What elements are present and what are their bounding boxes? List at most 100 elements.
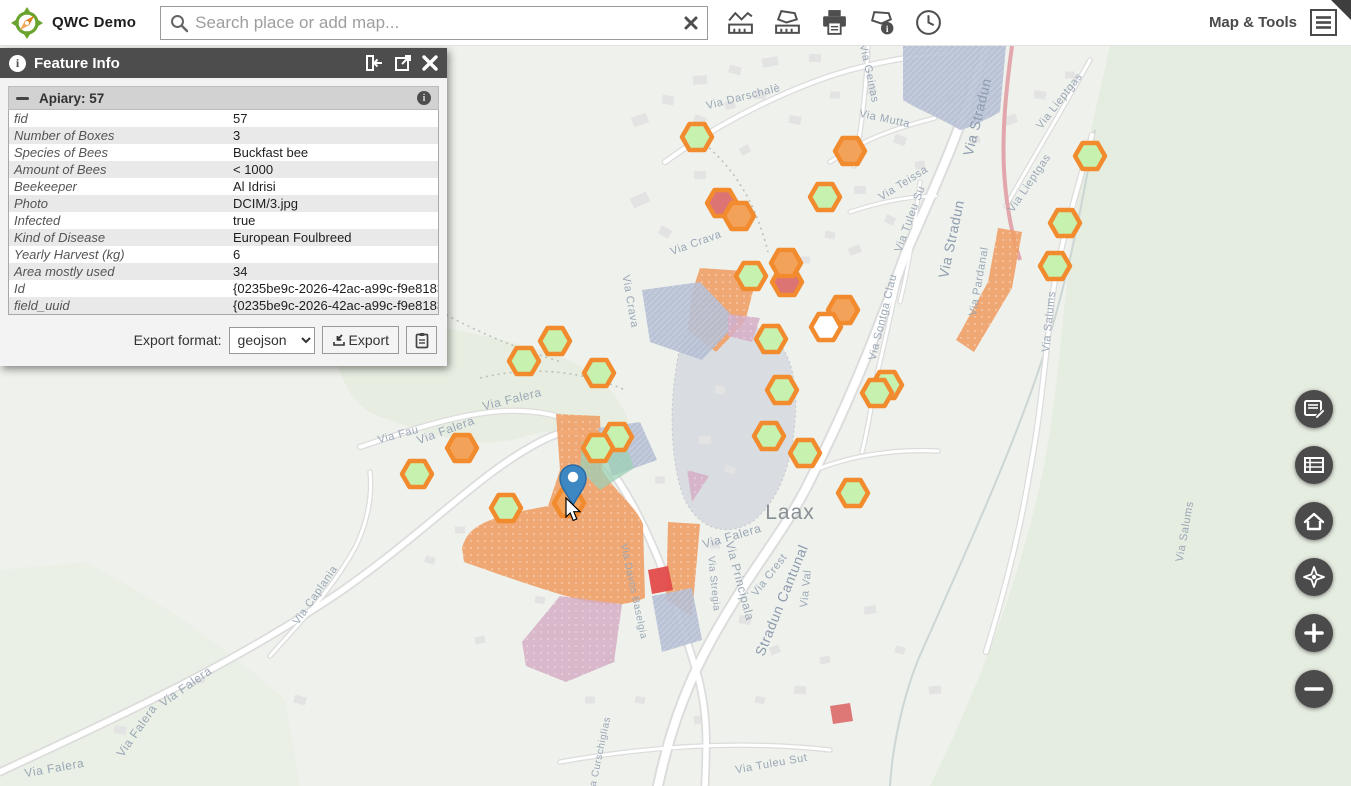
export-format-select[interactable]: geojson xyxy=(229,327,315,354)
attribute-value: DCIM/3.jpg xyxy=(233,196,438,211)
attribute-row: PhotoDCIM/3.jpg xyxy=(9,195,438,212)
attribute-row: Kind of DiseaseEuropean Foulbreed xyxy=(9,229,438,246)
attribute-value: true xyxy=(233,213,438,228)
attribute-row: Infectedtrue xyxy=(9,212,438,229)
qwc-compass-icon xyxy=(10,6,44,40)
detach-panel-icon[interactable] xyxy=(394,54,412,72)
info-circle-icon: i xyxy=(9,55,26,72)
attribute-value: 3 xyxy=(233,128,438,143)
time-icon[interactable] xyxy=(912,7,944,39)
apiary-marker-white[interactable] xyxy=(811,314,841,340)
apiary-marker-green[interactable] xyxy=(583,435,613,461)
redlining-button[interactable] xyxy=(1295,390,1333,428)
zoom-in-button[interactable] xyxy=(1295,614,1333,652)
svg-text:i: i xyxy=(886,25,889,35)
attribute-value: < 1000 xyxy=(233,162,438,177)
export-icon xyxy=(332,333,346,347)
apiary-marker-orange[interactable] xyxy=(724,203,754,229)
zoom-out-icon xyxy=(1295,670,1333,708)
panel-title: Feature Info xyxy=(34,55,120,72)
hamburger-icon xyxy=(1315,15,1332,30)
attribute-label: fid xyxy=(9,111,233,126)
attribute-label: Id xyxy=(9,281,233,296)
zoom-out-button[interactable] xyxy=(1295,670,1333,708)
attribute-label: Amount of Bees xyxy=(9,162,233,177)
attribute-label: field_uuid xyxy=(9,298,233,313)
apiary-marker-green[interactable] xyxy=(1050,210,1080,236)
attribute-label: Beekeeper xyxy=(9,179,233,194)
attribute-value: Al Idrisi xyxy=(233,179,438,194)
export-format-label: Export format: xyxy=(134,332,222,348)
collapse-icon[interactable] xyxy=(16,97,29,100)
corner-fold xyxy=(1331,0,1351,20)
attribute-label: Species of Bees xyxy=(9,145,233,160)
attribute-value: {0235be9c-2026-42ac-a99c-f9e8183fc602} xyxy=(233,298,438,313)
search-input[interactable] xyxy=(195,13,675,33)
attribute-row: Area mostly used34 xyxy=(9,263,438,280)
attribute-row: Number of Boxes3 xyxy=(9,127,438,144)
attribute-row: BeekeeperAl Idrisi xyxy=(9,178,438,195)
home-button[interactable] xyxy=(1295,502,1333,540)
attribute-row: Amount of Bees< 1000 xyxy=(9,161,438,178)
measure-area-icon[interactable] xyxy=(771,7,803,39)
app-title: QWC Demo xyxy=(52,14,136,31)
apiary-marker-orange[interactable] xyxy=(835,138,865,164)
attribute-value: 57 xyxy=(233,111,438,126)
search-clear-icon[interactable] xyxy=(675,7,707,39)
town-label-laax: Laax xyxy=(765,501,815,524)
layer-title: Apiary: 57 xyxy=(39,91,104,106)
attribute-label: Area mostly used xyxy=(9,264,233,279)
app-logo: QWC Demo xyxy=(10,6,136,40)
search-icon xyxy=(169,13,189,33)
apiary-marker-green[interactable] xyxy=(790,440,820,466)
attribute-label: Kind of Disease xyxy=(9,230,233,245)
close-panel-icon[interactable] xyxy=(422,55,438,71)
app-header: QWC Demo xyxy=(0,0,1351,46)
attribute-label: Yearly Harvest (kg) xyxy=(9,247,233,262)
layer-section-header[interactable]: Apiary: 57 i xyxy=(8,86,439,110)
attribute-row: Id{0235be9c-2026-42ac-a99c-f9e8183fc602} xyxy=(9,280,438,297)
apiary-marker-orange[interactable] xyxy=(447,435,477,461)
apiary-marker-green[interactable] xyxy=(682,124,712,150)
apiary-marker-green[interactable] xyxy=(491,495,521,521)
apiary-marker-green[interactable] xyxy=(540,328,570,354)
dock-panel-icon[interactable] xyxy=(365,54,384,72)
redlining-icon xyxy=(1295,390,1333,428)
attribute-label: Number of Boxes xyxy=(9,128,233,143)
apiary-marker-green[interactable] xyxy=(754,423,784,449)
apiary-marker-green[interactable] xyxy=(756,326,786,352)
search-box xyxy=(160,6,708,40)
apiary-marker-green[interactable] xyxy=(1075,143,1105,169)
apiary-marker-orange[interactable] xyxy=(771,250,801,276)
feature-info-titlebar[interactable]: i Feature Info xyxy=(0,48,447,78)
layer-info-icon[interactable]: i xyxy=(417,91,431,105)
feature-info-panel: i Feature Info xyxy=(0,48,447,366)
apiary-marker-green[interactable] xyxy=(862,380,892,406)
attribute-value: European Foulbreed xyxy=(233,230,438,245)
attribute-value: Buckfast bee xyxy=(233,145,438,160)
apiary-marker-green[interactable] xyxy=(509,348,539,374)
attribute-value: 6 xyxy=(233,247,438,262)
selection-pin-hole xyxy=(568,472,578,482)
apiary-marker-green[interactable] xyxy=(1040,253,1070,279)
export-button[interactable]: Export xyxy=(322,326,399,354)
map-tools-label[interactable]: Map & Tools xyxy=(1209,14,1297,31)
measure-line-icon[interactable] xyxy=(724,7,756,39)
attribute-table: fid57Number of Boxes3Species of BeesBuck… xyxy=(8,110,439,315)
apiary-marker-green[interactable] xyxy=(402,461,432,487)
attribute-row: fid57 xyxy=(9,110,438,127)
attribute-table-button[interactable] xyxy=(1295,446,1333,484)
copy-to-clipboard-icon[interactable] xyxy=(406,326,437,354)
locate-button[interactable] xyxy=(1295,558,1333,596)
attribute-table-icon xyxy=(1295,446,1333,484)
apiary-marker-green[interactable] xyxy=(810,184,840,210)
apiary-marker-green[interactable] xyxy=(736,263,766,289)
apiary-marker-green[interactable] xyxy=(838,480,868,506)
print-icon[interactable] xyxy=(818,7,850,39)
locate-icon xyxy=(1295,558,1333,596)
header-toolbar: i xyxy=(724,7,944,39)
apiary-marker-green[interactable] xyxy=(767,377,797,403)
identify-region-icon[interactable]: i xyxy=(865,7,897,39)
attribute-row: field_uuid{0235be9c-2026-42ac-a99c-f9e81… xyxy=(9,297,438,314)
apiary-marker-green[interactable] xyxy=(584,360,614,386)
